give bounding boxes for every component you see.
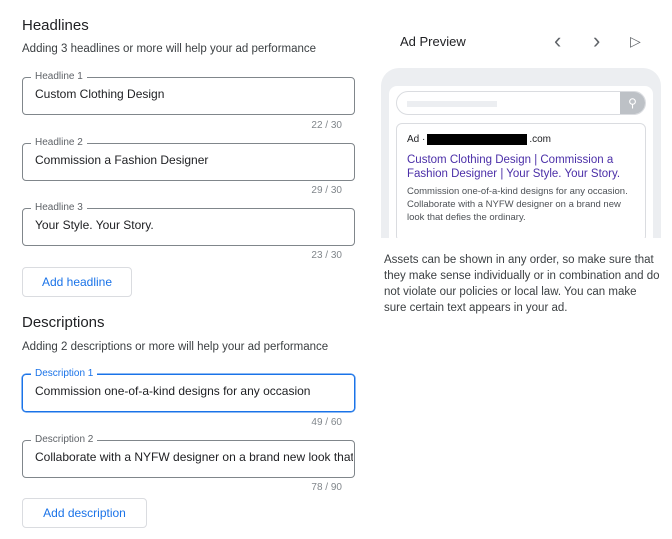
headline-3-input[interactable] bbox=[35, 218, 353, 232]
ad-label: Ad · bbox=[407, 134, 426, 145]
description-2-field[interactable]: Description 2 bbox=[22, 434, 355, 478]
char-count: 49 / 60 bbox=[311, 417, 342, 428]
descriptions-subtitle: Adding 2 descriptions or more will help … bbox=[22, 341, 329, 353]
ad-description: Commission one-of-a-kind designs for any… bbox=[407, 186, 628, 223]
redacted-domain bbox=[427, 134, 528, 145]
char-count: 23 / 30 bbox=[311, 250, 342, 261]
char-count: 78 / 90 bbox=[311, 482, 342, 493]
field-label: Description 2 bbox=[31, 434, 98, 445]
description-1-field[interactable]: Description 1 bbox=[22, 368, 355, 412]
description-2-input[interactable] bbox=[35, 450, 353, 464]
headlines-subtitle: Adding 3 headlines or more will help you… bbox=[22, 43, 317, 55]
headline-2-input[interactable] bbox=[35, 153, 353, 167]
previous-button[interactable]: ‹ bbox=[554, 28, 561, 54]
ad-title[interactable]: Custom Clothing Design | Commission a Fa… bbox=[407, 153, 635, 181]
descriptions-heading: Descriptions bbox=[22, 314, 105, 331]
phone-preview: ⚲ Ad · .com Custom Clothing Design | Com… bbox=[381, 68, 661, 238]
phone-screen: ⚲ Ad · .com Custom Clothing Design | Com… bbox=[389, 86, 653, 238]
ad-url-line: Ad · .com bbox=[407, 134, 635, 145]
char-count: 29 / 30 bbox=[311, 185, 342, 196]
field-label: Headline 2 bbox=[31, 137, 87, 148]
headlines-heading: Headlines bbox=[22, 17, 89, 34]
field-label: Headline 1 bbox=[31, 71, 87, 82]
ad-preview-title: Ad Preview bbox=[400, 34, 466, 49]
field-label: Headline 3 bbox=[31, 202, 87, 213]
next-button[interactable]: › bbox=[593, 28, 600, 54]
headline-2-field[interactable]: Headline 2 bbox=[22, 137, 355, 181]
preview-note: Assets can be shown in any order, so mak… bbox=[384, 254, 660, 314]
description-1-input[interactable] bbox=[35, 384, 353, 398]
ad-card: Ad · .com Custom Clothing Design | Commi… bbox=[396, 123, 646, 238]
add-headline-button[interactable]: Add headline bbox=[22, 267, 132, 297]
domain-suffix: .com bbox=[529, 134, 552, 145]
search-placeholder-bar bbox=[407, 101, 497, 107]
char-count: 22 / 30 bbox=[311, 120, 342, 131]
headline-3-field[interactable]: Headline 3 bbox=[22, 202, 355, 246]
add-description-button[interactable]: Add description bbox=[22, 498, 147, 528]
search-bar: ⚲ bbox=[396, 91, 646, 115]
headline-1-input[interactable] bbox=[35, 87, 353, 101]
play-button[interactable]: ▷ bbox=[630, 33, 641, 50]
field-label: Description 1 bbox=[31, 368, 98, 379]
search-icon: ⚲ bbox=[620, 92, 645, 114]
headline-1-field[interactable]: Headline 1 bbox=[22, 71, 355, 115]
